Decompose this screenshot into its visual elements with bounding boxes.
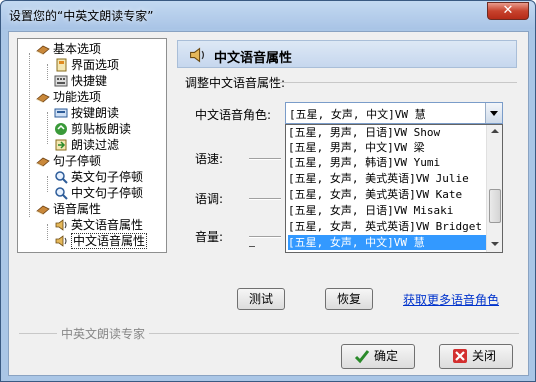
- brand-divider-left: [19, 333, 57, 334]
- book-icon: [36, 45, 50, 55]
- title-bar[interactable]: 设置您的“中英文朗读专家” ✕: [1, 1, 535, 29]
- tree-item-key-reading[interactable]: 按键朗读: [54, 105, 119, 121]
- brand-divider-right: [149, 333, 519, 334]
- pitch-slider[interactable]: [249, 198, 281, 200]
- tree-item-clipboard-reading[interactable]: 剪贴板朗读: [54, 121, 131, 137]
- clipboard-icon: [55, 123, 67, 135]
- group-divider: [271, 82, 517, 83]
- speaker-icon: [55, 235, 67, 247]
- voice-option-selected[interactable]: [五星, 女声, 中文]VW 慧: [288, 235, 486, 250]
- tree-item-interface-options[interactable]: 界面选项: [54, 57, 119, 73]
- keyboard-icon: [54, 75, 68, 87]
- x-icon: [453, 349, 467, 363]
- voice-option[interactable]: [五星, 男声, 中文]VW 梁: [288, 140, 486, 155]
- scroll-down-icon[interactable]: [491, 242, 499, 246]
- tree-item-voice-properties[interactable]: 语音属性: [36, 201, 101, 217]
- voice-role-selected-value: [五星, 女声, 中文]VW 慧: [289, 108, 426, 121]
- client-area: 基本选项 界面选项 快捷键 功能选项 按键朗读 剪贴板朗读 朗读过滤 句子停顿: [8, 31, 529, 376]
- book-icon: [36, 93, 50, 103]
- voice-option[interactable]: [五星, 男声, 韩语]VW Yumi: [288, 155, 486, 170]
- tree-item-basic-options[interactable]: 基本选项: [36, 41, 101, 57]
- book-icon: [36, 205, 50, 215]
- restore-button[interactable]: 恢复: [325, 288, 373, 310]
- dropdown-scrollbar[interactable]: [486, 125, 502, 252]
- panel-header: 中文语音属性: [177, 40, 517, 68]
- scroll-up-icon[interactable]: [491, 129, 499, 133]
- voice-option[interactable]: [五星, 女声, 美式英语]VW Kate: [288, 187, 486, 202]
- pitch-label: 语调:: [195, 192, 224, 206]
- voice-option[interactable]: [五星, 女声, 美式英语]VW Julie: [288, 171, 486, 186]
- close-button[interactable]: 关闭: [439, 344, 513, 369]
- brand-label: 中英文朗读专家: [61, 327, 146, 341]
- ok-button[interactable]: 确定: [341, 344, 415, 369]
- tree-item-english-voice-properties[interactable]: 英文语音属性: [54, 217, 143, 233]
- tree-item-hotkeys[interactable]: 快捷键: [54, 73, 107, 89]
- volume-tick: [249, 246, 255, 247]
- window-close-button[interactable]: ✕: [487, 2, 529, 20]
- tree-item-chinese-voice-properties[interactable]: 中文语音属性: [54, 233, 148, 249]
- volume-slider[interactable]: [249, 236, 281, 238]
- settings-window: 设置您的“中英文朗读专家” ✕ 基本选项 界面选项 快捷键 功能选项 按键朗读: [0, 0, 536, 382]
- window-title: 设置您的“中英文朗读专家”: [9, 9, 154, 23]
- checkmark-icon: [354, 350, 370, 364]
- tree-item-english-sentence-pause[interactable]: 英文句子停顿: [54, 169, 143, 185]
- magnifier-icon: [55, 187, 68, 200]
- voice-role-label: 中文语音角色:: [195, 108, 272, 122]
- interface-icon: [56, 58, 67, 72]
- volume-label: 音量:: [195, 230, 224, 244]
- tree-item-reading-filter[interactable]: 朗读过滤: [54, 137, 119, 153]
- scrollbar-thumb[interactable]: [489, 189, 501, 223]
- options-tree: 基本选项 界面选项 快捷键 功能选项 按键朗读 剪贴板朗读 朗读过滤 句子停顿: [17, 38, 167, 253]
- more-voices-link[interactable]: 获取更多语音角色: [403, 291, 499, 308]
- voice-role-select[interactable]: [五星, 女声, 中文]VW 慧: [285, 102, 503, 124]
- filter-icon: [55, 139, 67, 151]
- voice-option[interactable]: [五星, 女声, 英式英语]VW Bridget: [288, 219, 486, 234]
- magnifier-icon: [55, 171, 68, 184]
- tree-item-chinese-sentence-pause[interactable]: 中文句子停顿: [54, 185, 143, 201]
- keyboard-icon: [54, 108, 68, 118]
- test-button[interactable]: 测试: [237, 288, 285, 310]
- voice-role-dropdown[interactable]: [五星, 男声, 日语]VW Show [五星, 男声, 中文]VW 梁 [五星…: [285, 124, 503, 253]
- speaker-icon: [55, 219, 67, 231]
- voice-option[interactable]: [五星, 男声, 日语]VW Show: [288, 125, 486, 140]
- chevron-down-icon[interactable]: [485, 103, 502, 123]
- tree-item-function-options[interactable]: 功能选项: [36, 89, 101, 105]
- voice-option[interactable]: [五星, 女声, 日语]VW Misaki: [288, 203, 486, 218]
- tree-item-sentence-pause[interactable]: 句子停顿: [36, 153, 101, 169]
- speaker-icon: [190, 47, 205, 63]
- speed-slider[interactable]: [249, 158, 281, 160]
- book-icon: [36, 157, 50, 167]
- panel-title: 中文语音属性: [214, 51, 293, 66]
- speed-label: 语速:: [195, 152, 224, 166]
